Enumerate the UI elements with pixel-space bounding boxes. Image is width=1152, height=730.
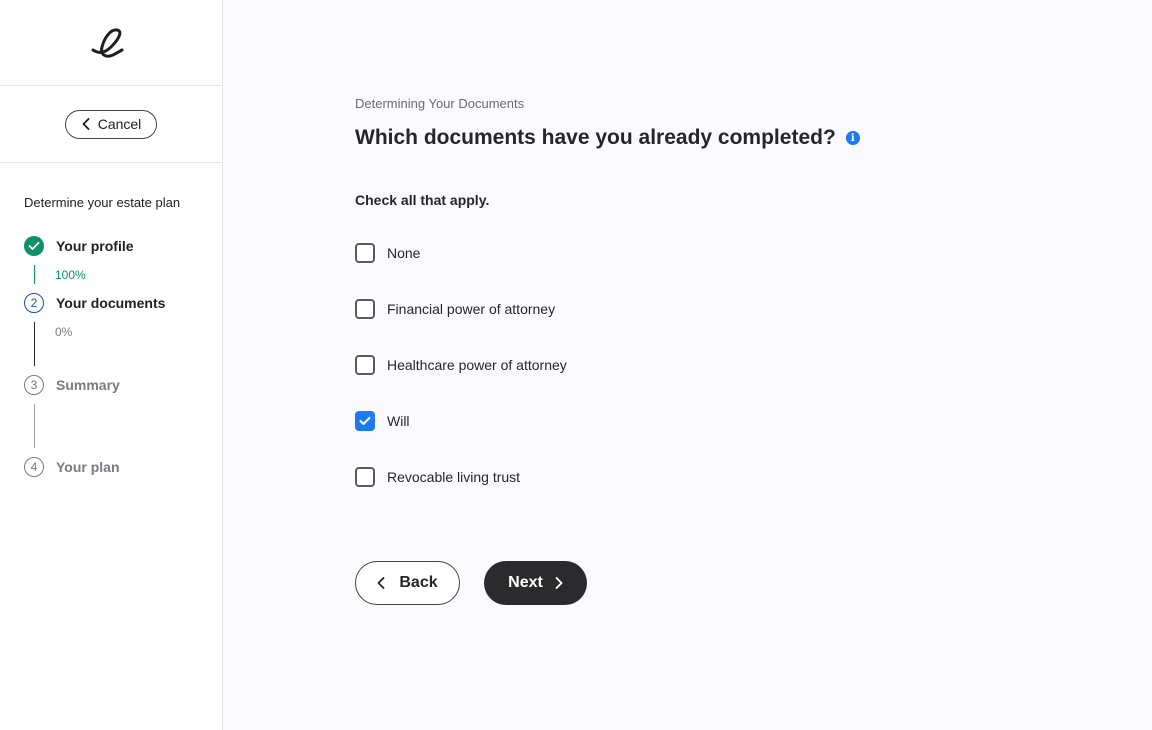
checkbox[interactable] bbox=[355, 243, 375, 263]
chevron-left-icon bbox=[377, 577, 385, 589]
step-connector bbox=[34, 322, 35, 366]
section-eyebrow: Determining Your Documents bbox=[355, 96, 525, 111]
main-content: Determining Your Documents Which documen… bbox=[223, 0, 1152, 730]
step-your-plan[interactable]: 4 Your plan bbox=[24, 457, 120, 477]
step-your-profile[interactable]: Your profile bbox=[24, 236, 134, 256]
option-label: Revocable living trust bbox=[387, 469, 521, 485]
checkbox[interactable] bbox=[355, 299, 375, 319]
option-financial-poa[interactable]: Financial power of attorney bbox=[355, 299, 555, 319]
logo-area bbox=[0, 0, 222, 86]
option-none[interactable]: None bbox=[355, 243, 420, 263]
brand-logo[interactable] bbox=[89, 23, 133, 63]
step-label: Your plan bbox=[56, 459, 120, 475]
cancel-area: Cancel bbox=[0, 86, 222, 163]
step-summary[interactable]: 3 Summary bbox=[24, 375, 120, 395]
checkbox[interactable] bbox=[355, 467, 375, 487]
step-number-icon: 4 bbox=[24, 457, 44, 477]
next-button[interactable]: Next bbox=[484, 561, 587, 605]
cancel-label: Cancel bbox=[97, 116, 142, 132]
option-healthcare-poa[interactable]: Healthcare power of attorney bbox=[355, 355, 567, 375]
back-label: Back bbox=[399, 574, 438, 591]
option-will[interactable]: Will bbox=[355, 411, 410, 431]
option-label: Financial power of attorney bbox=[387, 301, 556, 317]
option-label: None bbox=[387, 245, 421, 261]
question-heading: Which documents have you already complet… bbox=[355, 126, 860, 150]
back-button[interactable]: Back bbox=[355, 561, 460, 605]
check-icon bbox=[359, 416, 371, 425]
step-your-documents[interactable]: 2 Your documents bbox=[24, 293, 165, 313]
checkbox[interactable] bbox=[355, 355, 375, 375]
step-progress: 0% bbox=[55, 325, 73, 339]
step-connector bbox=[34, 265, 35, 284]
step-progress: 100% bbox=[55, 268, 86, 282]
option-label: Healthcare power of attorney bbox=[387, 357, 567, 373]
step-label: Your documents bbox=[56, 295, 166, 311]
check-circle-icon bbox=[24, 236, 44, 256]
step-number-icon: 2 bbox=[24, 293, 44, 313]
step-number-icon: 3 bbox=[24, 375, 44, 395]
cancel-button[interactable]: Cancel bbox=[64, 109, 158, 139]
info-icon[interactable]: i bbox=[845, 131, 860, 145]
option-revocable-trust[interactable]: Revocable living trust bbox=[355, 467, 520, 487]
sidebar: Cancel Determine your estate plan Your p… bbox=[0, 0, 223, 730]
chevron-right-icon bbox=[555, 577, 563, 589]
chevron-left-icon bbox=[82, 118, 90, 130]
step-label: Your profile bbox=[56, 238, 134, 254]
question-text: Which documents have you already complet… bbox=[355, 126, 836, 149]
plan-title: Determine your estate plan bbox=[24, 195, 181, 210]
step-connector bbox=[34, 404, 35, 448]
step-label: Summary bbox=[56, 377, 120, 393]
next-label: Next bbox=[508, 574, 543, 591]
check-icon bbox=[28, 241, 40, 250]
checkbox-checked[interactable] bbox=[355, 411, 375, 431]
option-label: Will bbox=[387, 413, 410, 429]
hint-text: Check all that apply. bbox=[355, 192, 490, 208]
